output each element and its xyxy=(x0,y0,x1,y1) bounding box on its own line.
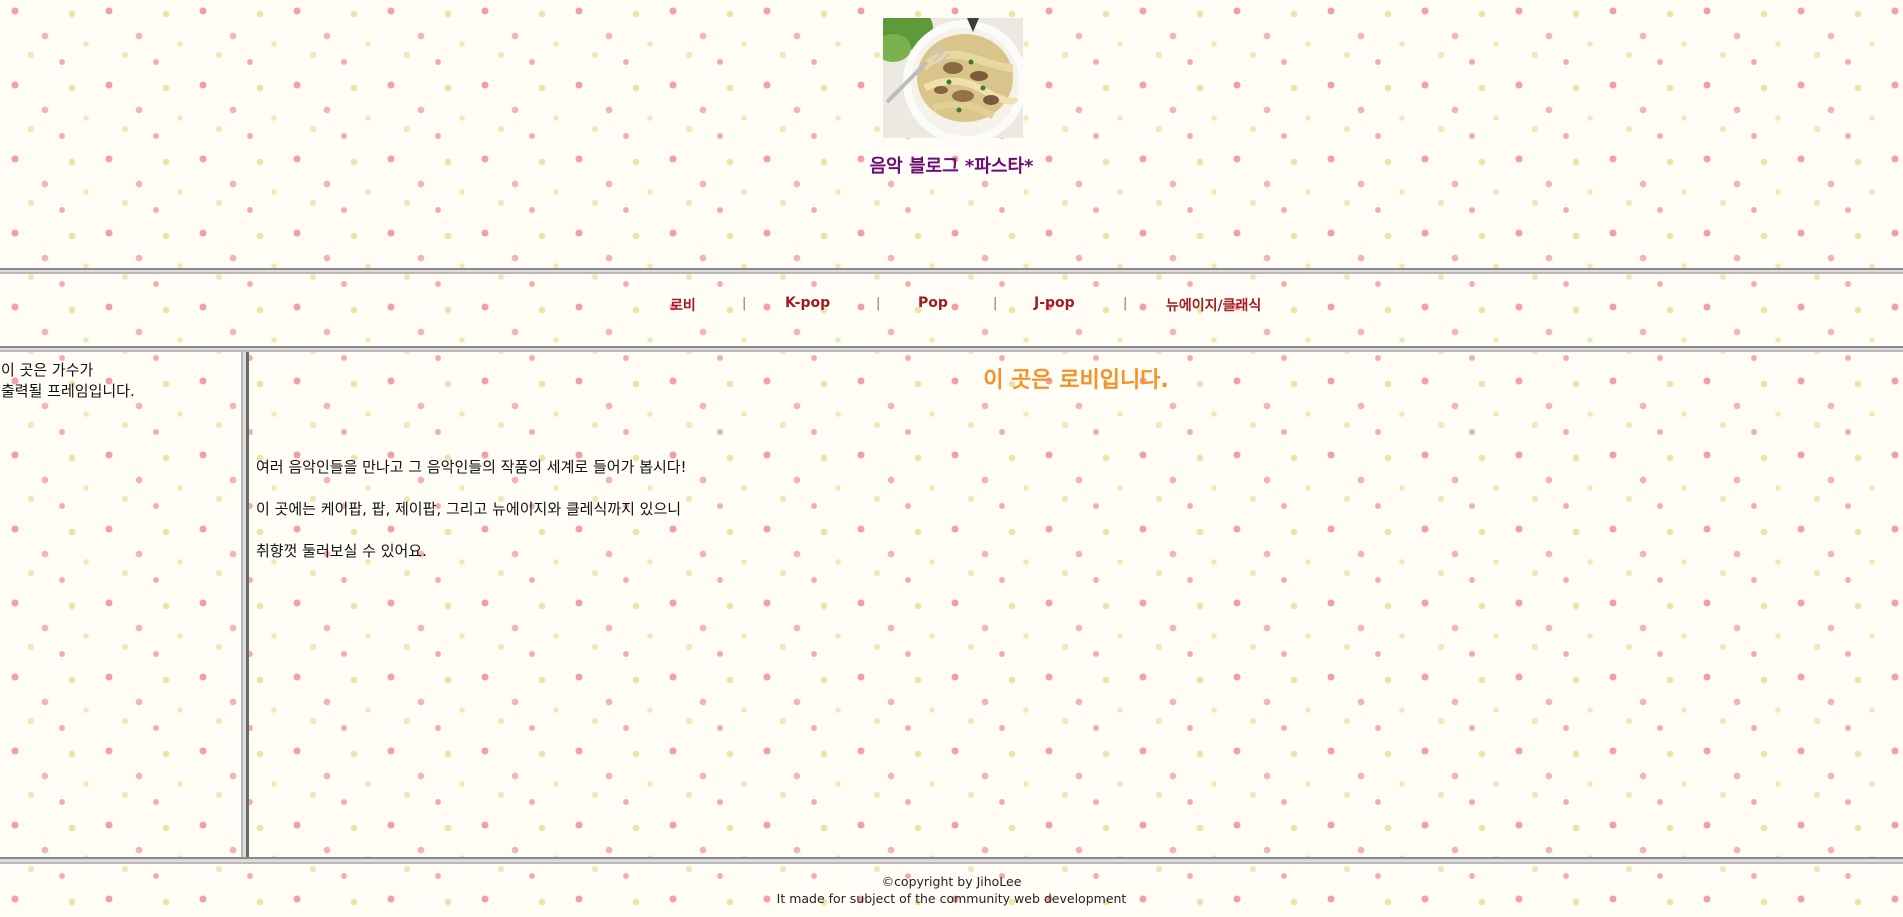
frame-border-vertical[interactable] xyxy=(241,352,249,857)
nav-link-jpop[interactable]: J-pop xyxy=(1034,295,1075,311)
nav-link-kpop[interactable]: K-pop xyxy=(785,295,830,311)
pasta-image-art xyxy=(883,18,1023,138)
side-frame-text: 이 곳은 가수가 출력될 프레임입니다. xyxy=(1,361,135,400)
nav-separator: | xyxy=(742,296,747,311)
blog-title: 음악 블로그 *파스타* xyxy=(869,156,1034,177)
intro-paragraph: 이 곳에는 케이팝, 팝, 제이팝, 그리고 뉴에이지와 클레식까지 있으니 xyxy=(256,500,682,518)
header-frame: 음악 블로그 *파스타* xyxy=(0,0,1903,268)
intro-paragraph: 여러 음악인들을 만나고 그 음악인들의 작품의 세계로 들어가 봅시다! xyxy=(256,458,687,476)
footer-text: ©copyright by JihoLee It made for subjec… xyxy=(0,873,1903,907)
intro-paragraph: 취향껏 둘러보실 수 있어요. xyxy=(256,542,427,560)
nav-link-lobby[interactable]: 로비 xyxy=(670,295,696,315)
nav-link-newage-classic[interactable]: 뉴에이지/클래식 xyxy=(1166,295,1261,315)
lobby-heading: 이 곳은 로비입니다. xyxy=(983,368,1169,393)
side-frame: 이 곳은 가수가 출력될 프레임입니다. xyxy=(0,352,241,857)
frame-border-horizontal[interactable] xyxy=(0,857,1903,864)
nav-separator: | xyxy=(993,296,998,311)
nav-frame: 로비 | K-pop | Pop | J-pop | 뉴에이지/클래식 xyxy=(0,274,1903,346)
copyright-text: ©copyright by JihoLee xyxy=(881,874,1022,889)
nav-separator: | xyxy=(1123,296,1128,311)
main-frame: 이 곳은 로비입니다. 여러 음악인들을 만나고 그 음악인들의 작품의 세계로… xyxy=(249,352,1903,857)
nav-separator: | xyxy=(876,296,881,311)
pasta-header-image xyxy=(883,18,1023,138)
nav-link-pop[interactable]: Pop xyxy=(918,295,948,311)
footer-note: It made for subject of the community web… xyxy=(776,891,1127,906)
footer-frame: ©copyright by JihoLee It made for subjec… xyxy=(0,864,1903,917)
nav-menu: 로비 | K-pop | Pop | J-pop | 뉴에이지/클래식 xyxy=(0,295,1903,315)
